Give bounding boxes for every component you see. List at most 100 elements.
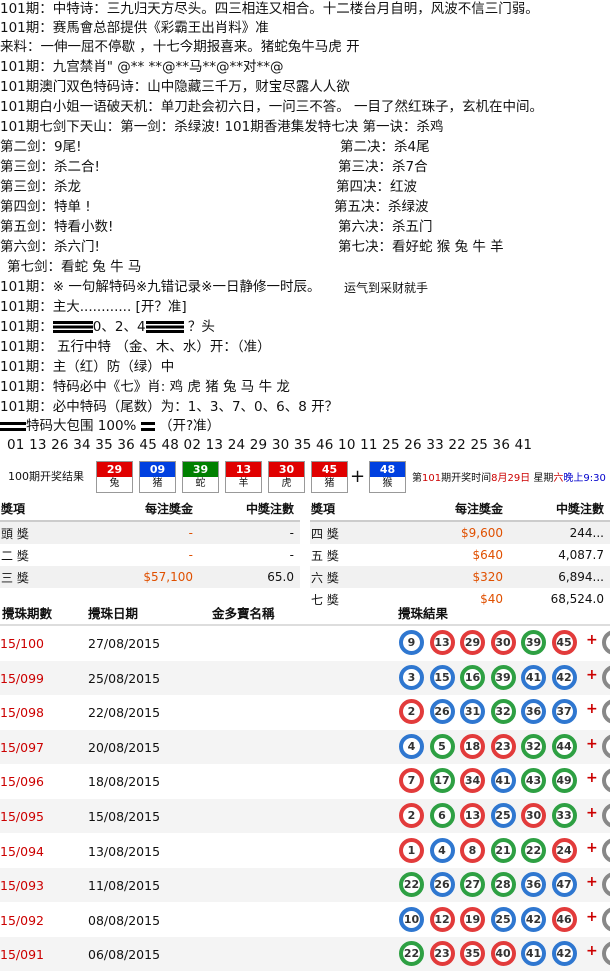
history-ball: 13 <box>429 630 455 655</box>
history-ball: 5 <box>429 733 455 759</box>
history-ball: 47 <box>551 872 577 898</box>
history-ball: 30 <box>521 803 546 828</box>
history-date: 18/08/2015 <box>88 774 161 790</box>
history-row[interactable]: 15/097 20/08/2015 4 5 18 23 32 44 + <box>0 729 610 764</box>
text-line-2: 101期：赛馬會总部提供《彩霸王出肖料》准 <box>0 20 269 36</box>
history-ball: 35 <box>460 941 485 967</box>
history-ball: 26 <box>429 872 455 898</box>
text-line-b3-prefix: 101期： <box>0 319 53 335</box>
prize-count: 65.0 <box>199 566 300 588</box>
plus-sign: + <box>586 632 598 648</box>
history-ball: 18 <box>460 733 485 759</box>
history-row[interactable]: 15/091 06/08/2015 22 23 35 40 41 42 + <box>0 937 610 972</box>
history-date: 22/08/2015 <box>88 705 161 721</box>
text-line-1: 101期：中特诗：三九归天方尽头。四三相连又相合。十二楼台月自明，风波不信三门弱… <box>0 1 539 17</box>
prize-count: - <box>199 521 300 544</box>
history-ball: 44 <box>551 733 577 759</box>
text-line-b8-main: 特码大包围 100% <box>26 418 137 434</box>
history-ball: 45 <box>551 630 577 655</box>
history-ball: 25 <box>490 803 516 828</box>
col-name: 金多寶名稱 <box>212 606 275 621</box>
ball-zodiac: 虎 <box>281 478 292 489</box>
history-ball: 32 <box>490 699 516 725</box>
history-period: 15/098 <box>0 705 44 721</box>
ball-number: 45 <box>312 462 347 477</box>
ball-number: 39 <box>183 462 218 477</box>
history-ball: 49 <box>551 768 577 794</box>
ball-number: 13 <box>226 462 261 477</box>
prize-row: 五 獎 $640 4,087.7 <box>310 544 610 566</box>
prize-amount: $640 <box>472 548 503 562</box>
history-period: 15/096 <box>0 774 44 790</box>
draw-ball: 45 猪 <box>311 461 348 493</box>
ball-zodiac: 猪 <box>152 478 163 489</box>
text-line-b7: 101期：必中特码（尾数）为：1、3、7、0、6、8 开？ <box>0 399 339 415</box>
ball-zodiac: 羊 <box>238 478 249 489</box>
col-date: 攪珠日期 <box>88 606 139 621</box>
prize-amount: - <box>62 521 199 544</box>
special-ball-cropped <box>602 803 610 828</box>
history-row[interactable]: 15/100 27/08/2015 9 13 29 30 39 45 + <box>0 626 610 660</box>
text-line-7: 101期七剑下天山：第一剑：杀绿波! 101期香港集发特七决 第一诀：杀鸡 <box>0 119 444 135</box>
sword-5: 第五剑：特看小数! <box>0 219 114 235</box>
jue-6: 第六决：杀五门 <box>338 219 433 235</box>
history-row[interactable]: 15/092 08/08/2015 10 12 19 25 42 46 + <box>0 903 610 937</box>
history-ball: 42 <box>551 941 577 967</box>
sword-2: 第二剑：9尾! <box>0 139 82 155</box>
history-ball: 36 <box>521 872 546 898</box>
text-line-b3-suffix: ？头 <box>183 319 215 335</box>
history-row[interactable]: 15/098 22/08/2015 2 26 31 32 36 37 + <box>0 695 610 729</box>
history-ball: 31 <box>460 699 485 725</box>
col-amount: 每注獎金 <box>62 496 199 522</box>
history-ball: 13 <box>460 803 485 828</box>
history-ball: 30 <box>490 630 516 655</box>
history-ball: 23 <box>490 733 516 759</box>
history-ball: 7 <box>399 768 424 794</box>
text-line-b3-digits: 0、2、4 <box>92 319 146 335</box>
special-ball-cropped <box>602 664 610 690</box>
col-count: 中獎注數 <box>199 496 300 522</box>
ball-zodiac: 猪 <box>324 478 335 489</box>
special-ball-cropped <box>602 733 610 759</box>
special-ball: 48 猴 <box>369 461 406 493</box>
history-row[interactable]: 15/095 15/08/2015 2 6 13 25 30 33 + <box>0 799 610 833</box>
history-ball: 40 <box>490 941 516 967</box>
history-ball: 33 <box>551 803 577 828</box>
history-ball: 23 <box>429 941 455 967</box>
prize-amount: $9,600 <box>372 521 509 544</box>
history-ball: 8 <box>460 837 485 863</box>
history-row[interactable]: 15/093 11/08/2015 22 26 27 28 36 47 + <box>0 868 610 903</box>
text-line-5: 101期澳门双色特码诗：山中隐藏三千万，财宝尽露人人欲 <box>0 79 350 95</box>
ball-number: 09 <box>140 462 175 477</box>
history-ball: 4 <box>399 733 424 759</box>
prize-count: - <box>289 548 294 562</box>
history-ball: 10 <box>399 906 424 932</box>
jue-3: 第三决：杀7合 <box>338 159 428 175</box>
history-ball: 32 <box>521 733 546 759</box>
special-ball-cropped <box>602 941 610 967</box>
ball-zodiac: 兔 <box>109 478 120 489</box>
special-ball-cropped <box>602 837 610 863</box>
prize-row: 六 獎 $320 6,894... <box>310 566 610 588</box>
prize-table-left: 獎項 每注獎金 中獎注數 頭 獎--二 獎--三 獎 $57,100 65.0 <box>0 496 300 588</box>
double-bar-icon <box>140 421 155 431</box>
ball-number: 29 <box>97 462 132 477</box>
col-amount: 每注獎金 <box>372 496 509 522</box>
sword-3a: 第三剑：杀二合! <box>0 159 100 175</box>
prize-name: 頭 獎 <box>0 521 62 544</box>
history-ball: 12 <box>429 906 455 932</box>
text-line-b1: 101期：※ 一句解特码※九错记录※一日静修一时辰。 <box>0 279 321 295</box>
history-period: 15/092 <box>0 912 44 928</box>
history-ball: 29 <box>460 630 485 655</box>
text-line-b3: 101期： 0、2、4 ？头 <box>0 318 215 336</box>
history-ball: 25 <box>490 906 516 932</box>
history-row[interactable]: 15/096 18/08/2015 7 17 34 41 43 49 + <box>0 764 610 798</box>
history-ball: 22 <box>399 941 424 967</box>
jue-5: 第五决：杀绿波 <box>334 199 429 215</box>
history-ball: 36 <box>521 699 546 725</box>
draw-ball: 29 兔 <box>96 461 133 493</box>
history-row[interactable]: 15/094 13/08/2015 1 4 8 21 22 24 + <box>0 834 610 868</box>
jue-7: 第七决：看好蛇 猴 兔 牛 羊 <box>338 239 504 255</box>
history-row[interactable]: 15/099 25/08/2015 3 15 16 39 41 42 + <box>0 660 610 695</box>
history-ball: 41 <box>521 941 546 967</box>
